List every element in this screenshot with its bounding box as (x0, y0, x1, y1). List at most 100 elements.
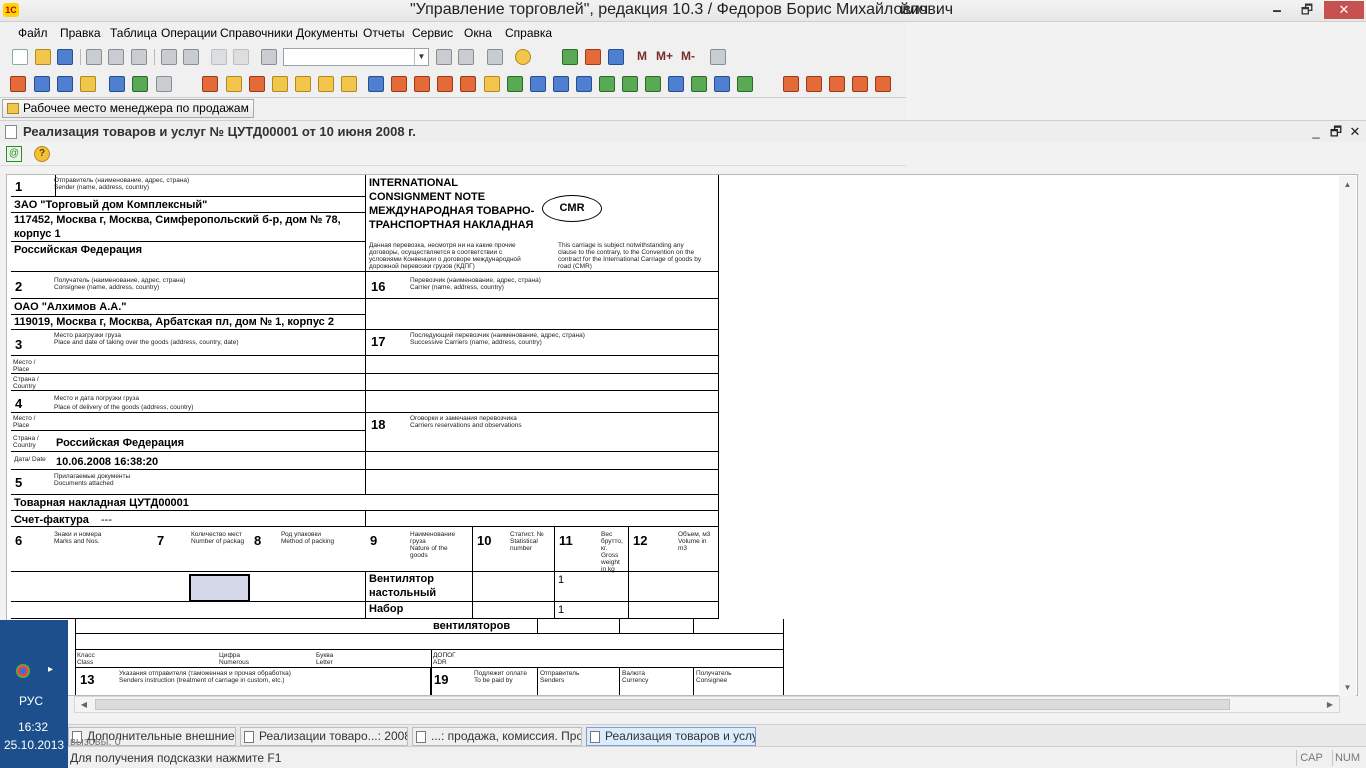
toolbar-action-icon[interactable] (34, 76, 50, 92)
browser-icon[interactable] (16, 664, 30, 678)
toolbar-action-icon[interactable] (437, 76, 453, 92)
menu-reports[interactable]: Отчеты (363, 26, 404, 40)
scroll-up-arrow-icon[interactable]: ▲ (1339, 176, 1356, 193)
toolbar-action-icon[interactable] (668, 76, 684, 92)
field-9-label-en-1: Nature of the (410, 545, 448, 552)
toolbar-action-icon[interactable] (272, 76, 288, 92)
toolbar-action-icon[interactable] (460, 76, 476, 92)
calendar-icon[interactable] (585, 49, 601, 65)
toolbar-action-icon[interactable] (484, 76, 500, 92)
toolbar-action-icon[interactable] (622, 76, 638, 92)
redo-icon[interactable] (233, 49, 249, 65)
search-icon[interactable] (261, 49, 277, 65)
print-preview-icon[interactable] (183, 49, 199, 65)
horizontal-scrollbar[interactable]: ◀ ▶ (74, 696, 1340, 713)
toolbar-action-icon[interactable] (645, 76, 661, 92)
calculator-icon[interactable] (562, 49, 578, 65)
windows-icon[interactable] (487, 49, 503, 65)
toolbar-action-icon[interactable] (875, 76, 891, 92)
toolbar-action-icon[interactable] (368, 76, 384, 92)
toolbar-action-icon[interactable] (783, 76, 799, 92)
toolbar-action-icon[interactable] (391, 76, 407, 92)
document-restore-button[interactable]: 🗗 (1326, 124, 1346, 140)
open-folder-icon[interactable] (35, 49, 51, 65)
toolbar-action-icon[interactable] (852, 76, 868, 92)
field-8-label-ru: Род упаковки (281, 531, 321, 538)
search-input[interactable]: ▼ (283, 48, 429, 66)
language-indicator[interactable]: РУС (19, 694, 43, 708)
memory-button[interactable]: M (637, 49, 647, 63)
tray-expand-icon[interactable]: ▸ (48, 664, 53, 675)
undo-icon[interactable] (211, 49, 227, 65)
menu-windows[interactable]: Окна (464, 26, 492, 40)
toolbar-action-icon[interactable] (109, 76, 125, 92)
menu-table[interactable]: Таблица (110, 26, 157, 40)
selected-cell[interactable] (189, 574, 250, 602)
toolbar-action-icon[interactable] (10, 76, 26, 92)
toolbar-action-icon[interactable] (737, 76, 753, 92)
toolbar-action-icon[interactable] (806, 76, 822, 92)
toolbar-action-icon[interactable] (295, 76, 311, 92)
vertical-scrollbar[interactable]: ▲ ▼ (1339, 176, 1356, 696)
toolbar-action-icon[interactable] (341, 76, 357, 92)
horizontal-scroll-thumb[interactable] (95, 699, 1230, 710)
toolbar-action-icon[interactable] (599, 76, 615, 92)
menu-help[interactable]: Справка (505, 26, 552, 40)
restore-button[interactable]: 🗗 (1292, 1, 1322, 19)
toolbar-action-icon[interactable] (414, 76, 430, 92)
save-icon[interactable] (57, 49, 73, 65)
new-document-icon[interactable] (12, 49, 28, 65)
send-email-icon[interactable]: @ (6, 146, 22, 162)
memory-plus-button[interactable]: M+ (656, 49, 673, 63)
chevron-down-icon[interactable]: ▼ (414, 49, 428, 65)
document-window: Реализация товаров и услуг № ЦУТД00001 о… (0, 120, 1366, 720)
toolbar-action-icon[interactable] (249, 76, 265, 92)
copy-icon[interactable] (108, 49, 124, 65)
toolbar-action-icon[interactable] (80, 76, 96, 92)
document-minimize-button[interactable]: _ (1306, 124, 1326, 140)
scroll-left-arrow-icon[interactable]: ◀ (77, 697, 91, 712)
toolbar-action-icon[interactable] (226, 76, 242, 92)
toolbar-action-icon[interactable] (714, 76, 730, 92)
menu-catalogs[interactable]: Справочники (220, 26, 293, 40)
taskbar-item-active[interactable]: Реализация товаров и услу... (586, 727, 756, 746)
document-close-button[interactable]: ✕ (1345, 124, 1365, 140)
memory-minus-button[interactable]: M- (681, 49, 695, 63)
info-icon[interactable] (515, 49, 531, 65)
menu-operations[interactable]: Операции (161, 26, 217, 40)
cut-icon[interactable] (86, 49, 102, 65)
toolbar-action-icon[interactable] (132, 76, 148, 92)
toolbar-action-icon[interactable] (829, 76, 845, 92)
taskbar-item[interactable]: ...: продажа, комиссия. Про... (412, 727, 582, 746)
toolbar-action-icon[interactable] (530, 76, 546, 92)
toolbar-action-icon[interactable] (553, 76, 569, 92)
tools-icon[interactable] (710, 49, 726, 65)
field-10-label-en-2: number (510, 545, 533, 552)
toolbar-action-icon[interactable] (318, 76, 334, 92)
menu-documents[interactable]: Документы (296, 26, 358, 40)
close-button[interactable]: ✕ (1324, 1, 1364, 19)
minimize-button[interactable]: 🗕 (1262, 1, 1292, 19)
find-next-icon[interactable] (436, 49, 452, 65)
print-icon[interactable] (161, 49, 177, 65)
menu-file[interactable]: Файл (18, 26, 48, 40)
toolbar-action-icon[interactable] (57, 76, 73, 92)
scroll-right-arrow-icon[interactable]: ▶ (1323, 697, 1337, 712)
toolbar-action-icon[interactable] (202, 76, 218, 92)
taskbar-item[interactable]: Реализации товаро...: 2008 г. (240, 727, 408, 746)
toolbar-action-icon[interactable] (691, 76, 707, 92)
menu-service[interactable]: Сервис (412, 26, 453, 40)
toolbar-action-icon[interactable] (156, 76, 172, 92)
help-icon[interactable]: ? (34, 146, 50, 162)
scroll-down-arrow-icon[interactable]: ▼ (1339, 679, 1356, 696)
toolbar-action-icon[interactable] (576, 76, 592, 92)
toolbar-action-icon[interactable] (507, 76, 523, 92)
users-icon[interactable] (608, 49, 624, 65)
field-3-label-en: Place and date of taking over the goods … (54, 339, 239, 346)
paste-icon[interactable] (131, 49, 147, 65)
menu-edit[interactable]: Правка (60, 26, 101, 40)
form-cell (366, 511, 719, 527)
sales-manager-workplace-button[interactable]: Рабочее место менеджера по продажам (2, 99, 254, 118)
find-previous-icon[interactable] (458, 49, 474, 65)
field-6-number: 6 (15, 533, 23, 548)
